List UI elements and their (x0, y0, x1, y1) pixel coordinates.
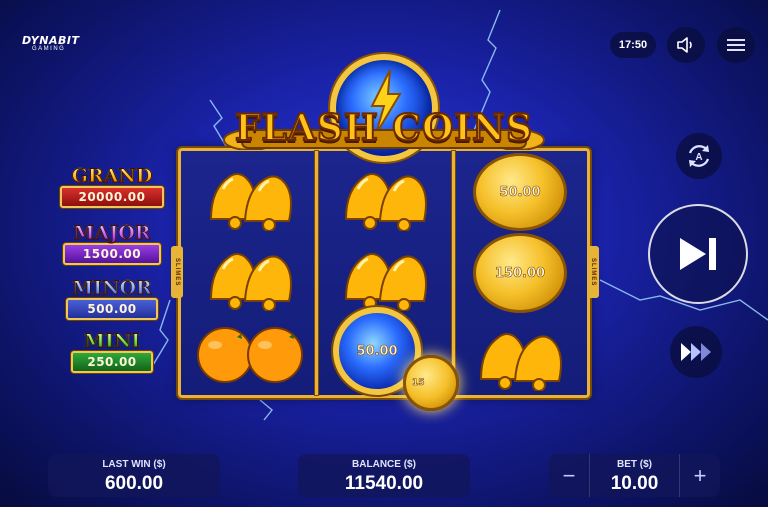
dynabit-logo: DYNABIT GAMING (22, 34, 92, 52)
fast-forward-icon (681, 343, 711, 361)
game-title: FLASH COINS (234, 106, 534, 150)
reel-separator (452, 151, 455, 395)
menu-button[interactable] (717, 27, 755, 63)
bet-display: BET ($) 10.00 (589, 454, 680, 497)
clock: 17:50 (610, 32, 656, 58)
side-tag-right: SLIMES (587, 246, 599, 298)
play-skip-icon (680, 238, 716, 270)
jackpot-major-value: 1500.00 (63, 243, 161, 265)
jackpot-minor-title: MINOR (58, 278, 166, 299)
balance-label: BALANCE ($) (352, 459, 416, 470)
jackpot-mini: MINI 250.00 (58, 331, 166, 373)
bells-symbol (479, 333, 562, 391)
jackpot-mini-title: MINI (58, 331, 166, 352)
speaker-icon (677, 37, 692, 53)
coin-value: 50.00 (356, 343, 398, 359)
turbo-button[interactable] (670, 326, 722, 378)
autoplay-button[interactable]: A (676, 133, 722, 179)
balance-panel: BALANCE ($) 11540.00 (298, 454, 470, 497)
jackpot-mini-value: 250.00 (71, 351, 153, 373)
last-win-label: LAST WIN ($) (102, 459, 166, 470)
jackpot-major-title: MAJOR (58, 223, 166, 244)
bells-symbol (344, 253, 427, 311)
flying-coin: 15 (403, 355, 459, 411)
last-win-panel: LAST WIN ($) 600.00 (48, 454, 220, 497)
jackpot-minor: MINOR 500.00 (58, 278, 166, 320)
coin-value: 50.00 (499, 184, 541, 200)
hamburger-icon (727, 39, 745, 51)
gold-coin-symbol: 150.00 (473, 233, 567, 313)
bet-increase-button[interactable]: + (680, 454, 720, 497)
oranges-symbol (197, 327, 303, 383)
bet-value: 10.00 (610, 473, 659, 494)
logo-sub: GAMING (32, 46, 66, 52)
last-win-value: 600.00 (104, 473, 164, 494)
jackpot-major: MAJOR 1500.00 (58, 223, 166, 265)
side-tag-left: SLIMES (171, 246, 183, 298)
coin-value: 15 (412, 378, 425, 389)
reel-separator (315, 151, 318, 395)
balance-value: 11540.00 (344, 473, 424, 494)
bet-panel: − BET ($) 10.00 + (549, 454, 720, 497)
bet-label: BET ($) (617, 459, 652, 470)
reels-frame: 50.00 50.00 150.00 15 (178, 148, 590, 411)
gold-coin-symbol: 50.00 (473, 153, 567, 231)
spin-button[interactable] (648, 204, 748, 304)
jackpot-grand: GRAND 20000.00 (58, 166, 166, 208)
bells-symbol (209, 173, 292, 231)
jackpot-minor-value: 500.00 (66, 298, 158, 320)
jackpot-grand-title: GRAND (58, 166, 166, 187)
svg-text:A: A (695, 152, 702, 163)
sound-button[interactable] (667, 27, 705, 63)
jackpot-grand-value: 20000.00 (60, 186, 164, 208)
bet-decrease-button[interactable]: − (549, 454, 589, 497)
bells-symbol (209, 253, 292, 311)
coin-value: 150.00 (494, 265, 546, 281)
autoplay-icon: A (688, 145, 710, 167)
bells-symbol (344, 173, 427, 231)
